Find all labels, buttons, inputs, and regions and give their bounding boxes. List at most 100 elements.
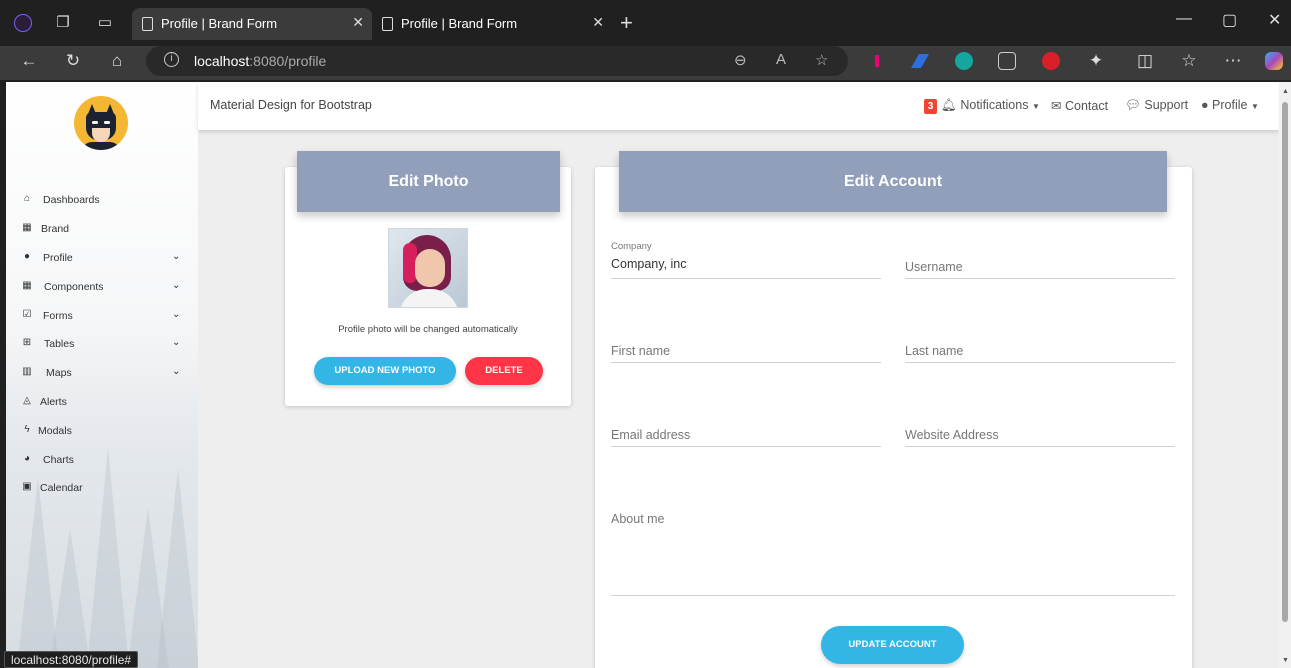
chevron-down-icon: ⌄: [172, 280, 181, 291]
sidebar-item-maps[interactable]: ▥ Maps ⌄: [6, 362, 198, 384]
sidebar-item-forms[interactable]: ☑ Forms ⌄: [6, 305, 198, 327]
sidebar-item-tables[interactable]: ⊞ Tables ⌄: [6, 333, 198, 355]
copilot-icon[interactable]: [1265, 52, 1283, 70]
extension-block-icon[interactable]: [1042, 52, 1060, 70]
sidebar-item-brand[interactable]: ▦ Brand: [6, 218, 198, 240]
email-input[interactable]: Email address: [611, 428, 690, 442]
sidebar-item-calendar[interactable]: ▣ Calendar: [6, 477, 198, 499]
close-icon[interactable]: ✕: [592, 14, 604, 31]
edit-account-card: [595, 167, 1192, 668]
sidebar-item-charts[interactable]: ◕ Charts: [6, 449, 198, 471]
url-text[interactable]: localhost:8080/profile: [194, 53, 326, 69]
tab-profile[interactable]: Profile | Brand Form ✕: [372, 8, 612, 40]
address-bar[interactable]: i localhost:8080/profile ⊖ A ☆: [146, 46, 848, 76]
extension-pencil-icon[interactable]: [910, 52, 930, 70]
zoom-out-icon[interactable]: ⊖: [734, 51, 747, 69]
apps-icon: ▦: [22, 280, 32, 291]
sidebar-item-label: Forms: [43, 310, 73, 322]
chevron-down-icon: ⌄: [172, 309, 181, 320]
photo-caption: Profile photo will be changed automatica…: [338, 324, 518, 335]
page-icon: [142, 17, 153, 31]
new-tab-button[interactable]: +: [620, 10, 633, 36]
sidebar-item-label: Alerts: [40, 396, 67, 408]
site-info-icon[interactable]: i: [164, 52, 179, 67]
lastname-input[interactable]: Last name: [905, 344, 963, 358]
scroll-up-arrow-icon[interactable]: ▲: [1282, 88, 1289, 95]
envelope-icon: ✉: [1051, 99, 1062, 113]
username-input[interactable]: Username: [905, 260, 963, 274]
table-icon: ⊞: [22, 337, 32, 348]
navbar-brand[interactable]: Material Design for Bootstrap: [210, 98, 372, 112]
support-link[interactable]: 💬︎ Support: [1125, 98, 1188, 113]
edit-photo-header: Edit Photo: [297, 151, 560, 212]
browser-toolbar: ← ↻ ⌂ i localhost:8080/profile ⊖ A ☆ ✦ ◫…: [0, 46, 1291, 80]
sidebar-item-dashboards[interactable]: ⌂ Dashboards: [6, 189, 198, 211]
update-account-button[interactable]: UPDATE ACCOUNT: [821, 626, 964, 664]
sidebar-item-label: Charts: [43, 454, 74, 466]
sidebar-item-profile[interactable]: ● Profile ⌄: [6, 247, 198, 269]
more-icon[interactable]: ⋯: [1221, 51, 1245, 71]
tab-title: Profile | Brand Form: [401, 16, 518, 31]
sidebar-item-modals[interactable]: ϟ Modals: [6, 420, 198, 442]
grid-icon: ▦: [22, 222, 32, 233]
profile-avatar-icon[interactable]: [12, 12, 34, 34]
website-input[interactable]: Website Address: [905, 428, 999, 442]
split-screen-icon[interactable]: ◫: [1133, 51, 1157, 71]
chevron-down-icon: ⌄: [172, 366, 181, 377]
user-icon: ●: [1201, 98, 1209, 112]
minimize-button[interactable]: —: [1176, 10, 1192, 28]
favorites-icon[interactable]: ☆: [1177, 51, 1201, 71]
sidebar-item-label: Brand: [41, 223, 70, 235]
company-input[interactable]: Company, inc: [611, 257, 687, 271]
pie-chart-icon: ◕: [23, 453, 31, 464]
link-status-bar: localhost:8080/profile#: [4, 651, 139, 668]
tab-profile-active[interactable]: Profile | Brand Form ✕: [132, 8, 372, 40]
map-icon: ▥: [22, 366, 32, 377]
page-scrollbar[interactable]: ▲ ▼: [1279, 82, 1291, 668]
scrollbar-thumb[interactable]: [1282, 102, 1288, 622]
sidebar-item-label: Profile: [43, 252, 73, 264]
tab-actions-icon[interactable]: ▭: [94, 12, 116, 34]
page-icon: [382, 17, 393, 31]
close-window-button[interactable]: ✕: [1268, 10, 1281, 30]
sidebar-item-label: Maps: [46, 367, 72, 379]
home-icon: ⌂: [23, 193, 31, 204]
chat-icon: 💬︎: [1125, 98, 1141, 112]
chevron-down-icon: ⌄: [172, 251, 181, 262]
back-icon[interactable]: ←: [17, 51, 41, 71]
user-icon: ●: [23, 251, 31, 262]
home-icon[interactable]: ⌂: [105, 51, 129, 71]
sidebar-item-label: Dashboards: [43, 194, 100, 206]
profile-dropdown[interactable]: ● Profile ▼: [1201, 98, 1259, 112]
tab-title: Profile | Brand Form: [161, 16, 278, 31]
page-viewport: ⌂ Dashboards ▦ Brand ● Profile ⌄ ▦ Components…: [6, 82, 1279, 668]
caret-down-icon: ▼: [1250, 102, 1259, 111]
firstname-input[interactable]: First name: [611, 344, 670, 358]
extension-note-icon[interactable]: [998, 52, 1016, 70]
company-label: Company: [611, 241, 652, 252]
contact-link[interactable]: ✉ Contact: [1051, 98, 1108, 113]
reload-icon[interactable]: ↻: [61, 51, 85, 71]
favorite-star-icon[interactable]: ☆: [815, 51, 828, 69]
caret-down-icon: ▼: [1031, 102, 1040, 111]
scroll-down-arrow-icon[interactable]: ▼: [1282, 657, 1289, 664]
sidebar-item-label: Calendar: [40, 482, 83, 494]
extension-gear-icon[interactable]: [955, 52, 973, 70]
sidebar-item-label: Modals: [38, 425, 72, 437]
bell-icon: ◬: [23, 395, 31, 406]
sidebar-item-components[interactable]: ▦ Components ⌄: [6, 276, 198, 298]
notifications-dropdown[interactable]: 🔔︎ Notifications ▼: [941, 98, 1040, 113]
about-textarea[interactable]: About me: [611, 512, 665, 526]
browser-tab-bar: ❐ ▭ Profile | Brand Form ✕ Profile | Bra…: [0, 0, 1291, 46]
delete-photo-button[interactable]: DELETE: [465, 357, 543, 385]
extensions-puzzle-icon[interactable]: ✦: [1084, 51, 1108, 71]
sidebar-item-alerts[interactable]: ◬ Alerts: [6, 391, 198, 413]
extension-pen-icon[interactable]: [868, 52, 886, 70]
close-icon[interactable]: ✕: [352, 14, 364, 31]
read-aloud-icon[interactable]: A: [776, 51, 786, 68]
upload-photo-button[interactable]: UPLOAD NEW PHOTO: [314, 357, 456, 385]
maximize-button[interactable]: ▢: [1222, 10, 1237, 30]
sidebar-item-label: Components: [44, 281, 104, 293]
brand-logo[interactable]: [74, 96, 128, 150]
workspaces-icon[interactable]: ❐: [52, 12, 74, 34]
